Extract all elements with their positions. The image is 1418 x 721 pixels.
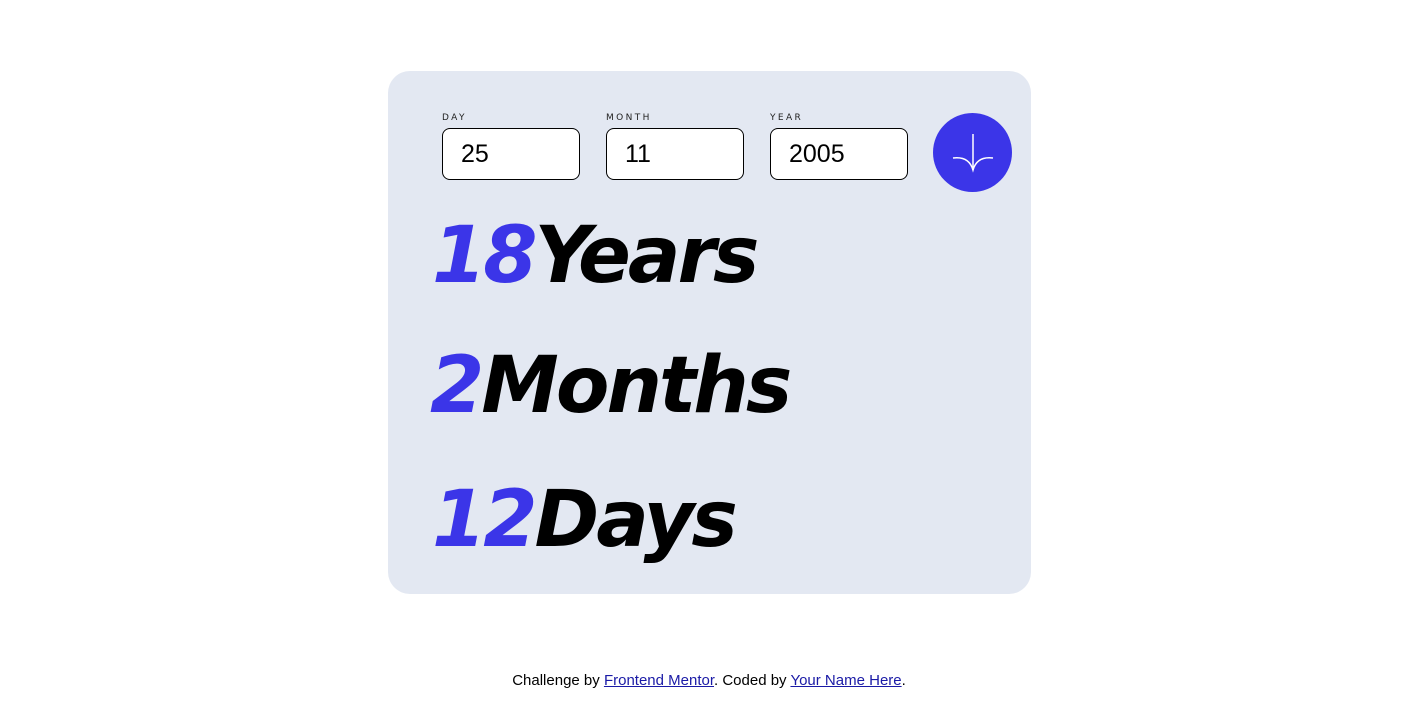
days-unit: Days <box>534 475 738 565</box>
days-value: 12 <box>432 475 538 565</box>
footer-prefix: Challenge by <box>512 672 604 689</box>
result-years: 18Years <box>432 217 759 295</box>
attribution-footer: Challenge by Frontend Mentor. Coded by Y… <box>0 672 1418 689</box>
month-field: MONTH <box>606 113 744 180</box>
age-calculator-card: DAY MONTH YEAR 18Years 2Months 12Days <box>388 71 1031 594</box>
footer-suffix: . <box>901 672 906 689</box>
footer-middle: . Coded by <box>714 672 791 689</box>
months-unit: Months <box>481 341 792 431</box>
year-input[interactable] <box>770 128 908 180</box>
frontend-mentor-link[interactable]: Frontend Mentor <box>604 672 714 689</box>
year-label: YEAR <box>770 113 804 123</box>
month-input[interactable] <box>606 128 744 180</box>
day-field: DAY <box>442 113 580 180</box>
result-days: 12Days <box>432 481 738 559</box>
years-unit: Years <box>534 211 760 301</box>
arrow-down-icon <box>952 133 993 173</box>
author-link[interactable]: Your Name Here <box>790 672 901 689</box>
year-field: YEAR <box>770 113 908 180</box>
months-value: 2 <box>430 341 484 431</box>
years-value: 18 <box>432 211 538 301</box>
day-input[interactable] <box>442 128 580 180</box>
submit-button[interactable] <box>933 113 1012 192</box>
day-label: DAY <box>442 113 467 123</box>
result-months: 2Months <box>430 347 792 425</box>
month-label: MONTH <box>606 113 652 123</box>
